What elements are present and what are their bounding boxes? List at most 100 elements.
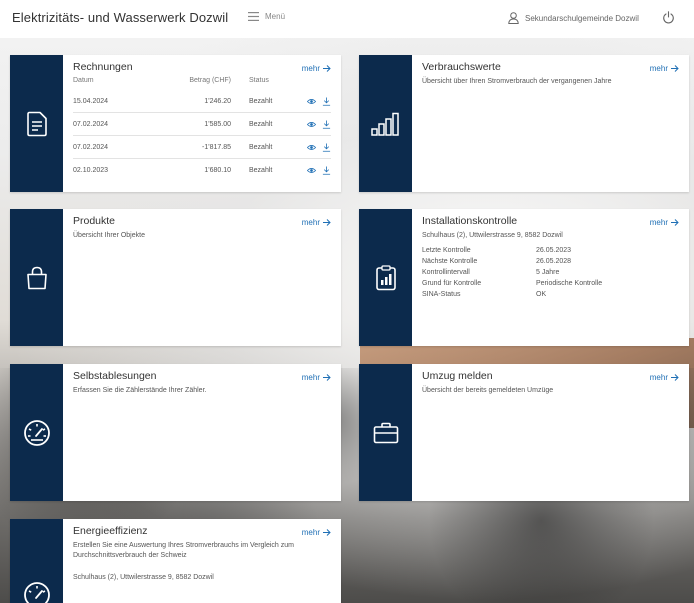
umzug-mehr-link[interactable]: mehr <box>650 373 679 382</box>
mehr-label: mehr <box>301 64 320 73</box>
user-account-button[interactable]: Sekundarschulgemeinde Dozwil <box>508 12 639 24</box>
eye-icon[interactable] <box>307 97 317 106</box>
download-icon[interactable] <box>322 143 331 152</box>
rechnungen-mehr-link[interactable]: mehr <box>302 64 331 73</box>
invoice-actions <box>291 159 331 182</box>
card-title: Produkte <box>73 215 116 227</box>
table-row: 15.04.2024 1'246.20 Bezahlt <box>73 90 331 113</box>
kv-key: Kontrollintervall <box>422 269 470 276</box>
arrow-right-icon <box>671 65 679 72</box>
eye-icon[interactable] <box>307 166 317 175</box>
invoice-actions <box>291 135 331 159</box>
card-title: Energieeffizienz <box>73 525 148 537</box>
invoice-date: 07.02.2024 <box>73 135 155 159</box>
mehr-label: mehr <box>649 218 668 227</box>
download-icon[interactable] <box>322 97 331 106</box>
card-body: Umzug melden mehr Übersicht der bereits … <box>412 364 689 501</box>
invoice-amount: 1'585.00 <box>155 112 249 136</box>
download-icon[interactable] <box>322 166 331 175</box>
table-row: 07.02.2024 -1'817.85 Bezahlt <box>73 135 331 159</box>
invoice-status: Bezahlt <box>249 90 291 113</box>
card-installationskontrolle: Installationskontrolle mehr Schulhaus (2… <box>359 209 689 346</box>
table-row: 07.02.2024 1'585.00 Bezahlt <box>73 112 331 136</box>
menu-button[interactable]: Menü <box>248 12 285 21</box>
col-date: Datum <box>73 77 94 84</box>
card-title: Umzug melden <box>422 370 493 382</box>
invoice-table: Datum Betrag (CHF) Status 15.04.2024 1'2… <box>73 75 331 181</box>
installation-mehr-link[interactable]: mehr <box>650 218 679 227</box>
power-icon <box>663 11 674 24</box>
card-description: Übersicht Ihrer Objekte <box>73 232 145 239</box>
logout-button[interactable] <box>662 11 675 29</box>
card-sidebar <box>10 209 63 346</box>
col-amount: Betrag (CHF) <box>189 77 231 84</box>
invoice-document-icon <box>26 111 47 136</box>
card-body: Installationskontrolle mehr Schulhaus (2… <box>412 209 689 346</box>
invoice-amount: -1'817.85 <box>155 135 249 159</box>
invoice-status: Bezahlt <box>249 112 291 136</box>
invoice-date: 07.02.2024 <box>73 112 155 136</box>
kv-key: Grund für Kontrolle <box>422 280 482 287</box>
card-sidebar <box>10 519 63 603</box>
card-title: Selbstablesungen <box>73 370 157 382</box>
card-umzug-melden: Umzug melden mehr Übersicht der bereits … <box>359 364 689 501</box>
arrow-right-icon <box>323 219 331 226</box>
arrow-right-icon <box>671 219 679 226</box>
clipboard-chart-icon <box>375 264 396 290</box>
kv-value: Periodische Kontrolle <box>536 280 603 287</box>
invoice-status: Bezahlt <box>249 135 291 159</box>
card-sidebar <box>359 364 412 501</box>
card-body: Rechnungen mehr Datum Betrag (CHF) Statu… <box>63 55 341 192</box>
eye-icon[interactable] <box>307 120 317 129</box>
card-description: Übersicht über Ihren Stromverbrauch der … <box>422 78 612 85</box>
card-selbstablesungen: Selbstablesungen mehr Erfassen Sie die Z… <box>10 364 341 501</box>
invoice-status: Bezahlt <box>249 167 273 174</box>
mehr-label: mehr <box>301 218 320 227</box>
mehr-label: mehr <box>301 373 320 382</box>
arrow-right-icon <box>323 65 331 72</box>
mehr-label: mehr <box>649 64 668 73</box>
app-title: Elektrizitäts- und Wasserwerk Dozwil <box>12 10 229 25</box>
hamburger-icon <box>248 12 259 21</box>
card-produkte: Produkte mehr Übersicht Ihrer Objekte <box>10 209 341 346</box>
card-description: Übersicht der bereits gemeldeten Umzüge <box>422 387 554 394</box>
selbstablesungen-mehr-link[interactable]: mehr <box>302 373 331 382</box>
table-row: 02.10.2023 1'680.10 Bezahlt <box>73 159 331 182</box>
verbrauch-mehr-link[interactable]: mehr <box>650 64 679 73</box>
top-bar: Elektrizitäts- und Wasserwerk Dozwil Men… <box>0 0 694 38</box>
produkte-mehr-link[interactable]: mehr <box>302 218 331 227</box>
invoice-table-header: Datum Betrag (CHF) Status <box>73 75 331 90</box>
card-description: Erfassen Sie die Zählerstände Ihrer Zähl… <box>73 387 207 394</box>
invoice-date: 02.10.2023 <box>73 167 109 174</box>
card-verbrauchswerte: Verbrauchswerte mehr Übersicht über Ihre… <box>359 55 689 192</box>
energie-address: Schulhaus (2), Uttwilerstrasse 9, 8582 D… <box>73 574 214 581</box>
kv-row: Nächste Kontrolle 26.05.2028 <box>422 258 679 265</box>
col-actions <box>291 75 331 90</box>
download-icon[interactable] <box>322 120 331 129</box>
kv-value: 26.05.2023 <box>536 247 572 254</box>
card-description: Erstellen Sie eine Auswertung Ihres Stro… <box>73 542 294 559</box>
kv-key: SINA-Status <box>422 291 461 298</box>
eye-icon[interactable] <box>307 143 317 152</box>
card-title: Rechnungen <box>73 61 133 73</box>
installation-address: Schulhaus (2), Uttwilerstrasse 9, 8582 D… <box>422 232 563 239</box>
card-sidebar <box>10 55 63 192</box>
card-sidebar <box>10 364 63 501</box>
menu-label: Menü <box>265 12 286 21</box>
card-body: Verbrauchswerte mehr Übersicht über Ihre… <box>412 55 689 192</box>
kv-value: 26.05.2028 <box>536 258 572 265</box>
card-rechnungen: Rechnungen mehr Datum Betrag (CHF) Statu… <box>10 55 341 192</box>
energie-mehr-link[interactable]: mehr <box>302 528 331 537</box>
card-body: Selbstablesungen mehr Erfassen Sie die Z… <box>63 364 341 501</box>
kv-row: Letzte Kontrolle 26.05.2023 <box>422 247 679 254</box>
card-sidebar <box>359 55 412 192</box>
arrow-right-icon <box>323 529 331 536</box>
bar-chart-icon <box>370 112 399 136</box>
kv-row: Kontrollintervall 5 Jahre <box>422 269 679 276</box>
kv-row: Grund für Kontrolle Periodische Kontrolle <box>422 280 679 287</box>
user-label: Sekundarschulgemeinde Dozwil <box>525 13 639 23</box>
mehr-label: mehr <box>301 528 320 537</box>
invoice-actions <box>291 90 331 113</box>
mehr-label: mehr <box>649 373 668 382</box>
gauge-icon <box>23 582 50 603</box>
